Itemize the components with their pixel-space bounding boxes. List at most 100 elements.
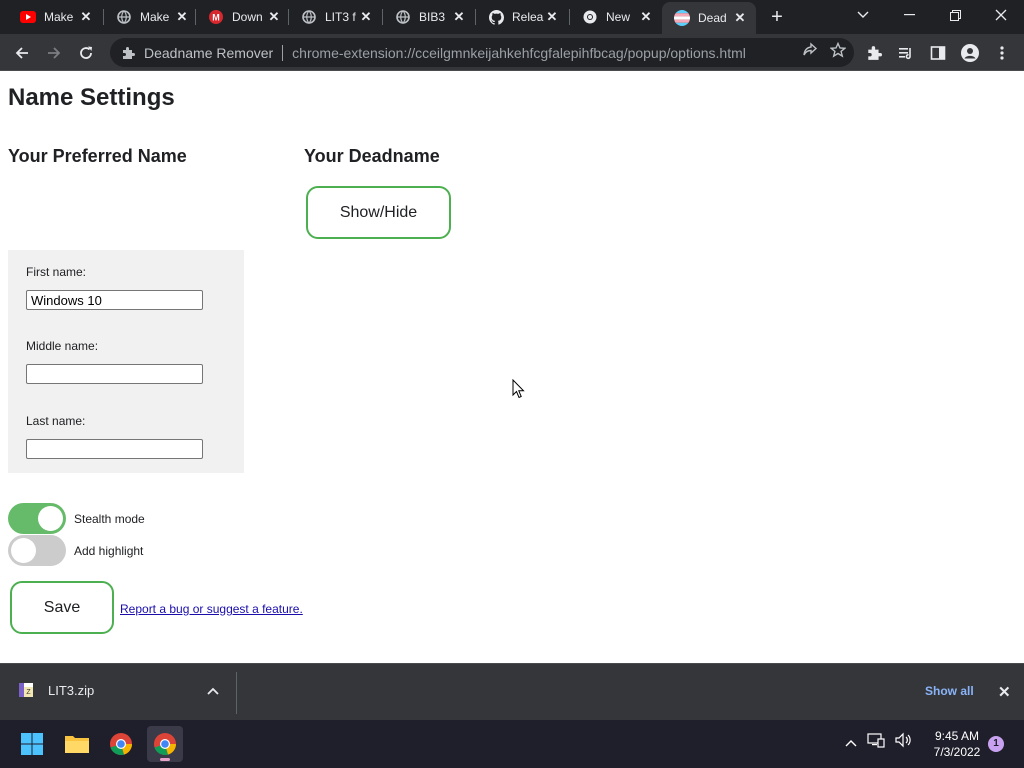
forward-button[interactable]	[41, 40, 67, 66]
restore-button[interactable]	[932, 0, 978, 30]
tab-deadname-active[interactable]: Dead ✕	[662, 2, 756, 34]
close-icon[interactable]: ✕	[78, 9, 94, 25]
globe-icon	[395, 9, 411, 25]
star-icon[interactable]	[829, 41, 847, 63]
deadname-heading: Your Deadname	[304, 146, 440, 166]
restore-icon	[949, 9, 961, 21]
download-item[interactable]: Z LIT3.zip	[18, 682, 94, 698]
close-icon[interactable]: ✕	[451, 9, 467, 25]
middle-name-label: Middle name:	[26, 339, 99, 353]
tab-globe-2[interactable]: LIT3 f ✕	[289, 4, 382, 30]
system-tray	[845, 732, 913, 753]
first-name-input[interactable]	[26, 290, 203, 310]
reload-button[interactable]	[73, 40, 99, 66]
close-icon[interactable]: ✕	[544, 9, 560, 25]
arrow-left-icon	[15, 47, 28, 59]
tab-title: Relea	[512, 10, 544, 24]
active-indicator	[160, 758, 170, 761]
minimize-icon	[903, 14, 915, 16]
show-all-button[interactable]: Show all	[925, 684, 974, 698]
windows-taskbar: 9:45 AM 7/3/2022	[0, 720, 1024, 768]
url-text[interactable]: chrome-extension://cceilgmnkeijahkehfcgf…	[292, 45, 746, 61]
profile-button[interactable]	[957, 40, 983, 66]
extensions-button[interactable]	[861, 40, 887, 66]
notification-badge[interactable]: 1	[988, 736, 1004, 752]
folder-icon	[65, 736, 89, 753]
svg-text:M: M	[212, 13, 220, 23]
close-icon[interactable]: ✕	[732, 10, 748, 26]
extension-name: Deadname Remover	[144, 44, 274, 61]
playlist-icon	[899, 48, 911, 60]
zip-archive-icon: Z	[19, 683, 33, 697]
network-icon[interactable]	[867, 732, 885, 753]
volume-icon[interactable]	[895, 732, 913, 753]
tab-mega[interactable]: M Down ✕	[196, 4, 290, 30]
tab-title: New	[606, 10, 631, 24]
tab-title: LIT3 f	[325, 10, 356, 24]
tray-overflow-button[interactable]	[845, 734, 857, 752]
chrome-icon	[582, 9, 598, 25]
close-icon[interactable]: ✕	[266, 9, 282, 25]
svg-text:Z: Z	[26, 689, 31, 696]
close-icon[interactable]: ✕	[638, 9, 654, 25]
kebab-menu-icon	[1000, 46, 1004, 60]
globe-icon	[301, 9, 317, 25]
options-page: Name Settings Your Preferred Name Your D…	[0, 72, 1024, 663]
tab-title: Down	[232, 10, 263, 24]
trans-flag-icon	[674, 10, 690, 26]
stealth-mode-toggle[interactable]	[8, 503, 66, 534]
page-title: Name Settings	[8, 84, 175, 111]
chrome-taskbar-button[interactable]	[103, 726, 139, 762]
chevron-up-icon	[845, 739, 857, 746]
start-button[interactable]	[14, 726, 50, 762]
close-shelf-button[interactable]: ✕	[998, 683, 1011, 701]
close-icon[interactable]: ✕	[358, 9, 374, 25]
avatar-icon	[961, 44, 979, 62]
tab-title: Dead	[698, 11, 727, 25]
chrome-icon	[154, 733, 177, 756]
media-control-button[interactable]	[893, 40, 919, 66]
close-window-button[interactable]	[978, 0, 1024, 30]
tab-globe-1[interactable]: Make ✕	[104, 4, 198, 30]
tab-globe-3[interactable]: BIB3 ✕	[383, 4, 475, 30]
file-explorer-button[interactable]	[59, 726, 95, 762]
download-options-button[interactable]	[204, 682, 222, 700]
preferred-name-heading: Your Preferred Name	[8, 146, 187, 166]
save-button[interactable]: Save	[10, 581, 114, 634]
close-icon[interactable]: ✕	[174, 9, 190, 25]
tab-search-button[interactable]	[840, 0, 886, 30]
address-bar[interactable]: Deadname Remover chrome-extension://ccei…	[110, 38, 854, 67]
download-filename: LIT3.zip	[48, 682, 95, 698]
side-panel-button[interactable]	[925, 40, 951, 66]
chevron-up-icon	[207, 687, 219, 695]
system-clock[interactable]: 9:45 AM 7/3/2022	[928, 728, 986, 760]
minimize-button[interactable]	[886, 0, 932, 30]
share-icon[interactable]	[802, 42, 818, 63]
chrome-taskbar-button-active[interactable]	[147, 726, 183, 762]
add-highlight-label: Add highlight	[74, 543, 144, 558]
back-button[interactable]	[9, 40, 35, 66]
reload-icon	[80, 46, 92, 59]
tab-title: Make	[44, 10, 74, 24]
arrow-right-icon	[48, 47, 61, 59]
window-controls	[840, 0, 1024, 34]
close-icon	[995, 9, 1007, 21]
chrome-icon	[110, 733, 133, 756]
last-name-input[interactable]	[26, 439, 203, 459]
tab-github[interactable]: Relea ✕	[476, 4, 568, 30]
show-hide-button[interactable]: Show/Hide	[306, 186, 451, 239]
omnibox-divider	[282, 44, 284, 61]
toggle-knob	[11, 538, 36, 563]
puzzle-icon	[120, 45, 136, 61]
add-highlight-toggle[interactable]	[8, 535, 66, 566]
middle-name-input[interactable]	[26, 364, 203, 384]
tab-new-tab[interactable]: New ✕	[570, 4, 662, 30]
report-bug-link[interactable]: Report a bug or suggest a feature.	[120, 602, 303, 616]
first-name-label: First name:	[26, 265, 87, 279]
chrome-menu-button[interactable]	[989, 40, 1015, 66]
clock-date: 7/3/2022	[933, 745, 981, 759]
new-tab-button[interactable]: +	[766, 7, 788, 29]
omnibox-actions	[802, 38, 847, 67]
tab-youtube[interactable]: Make ✕	[8, 4, 102, 30]
globe-icon	[116, 9, 132, 25]
